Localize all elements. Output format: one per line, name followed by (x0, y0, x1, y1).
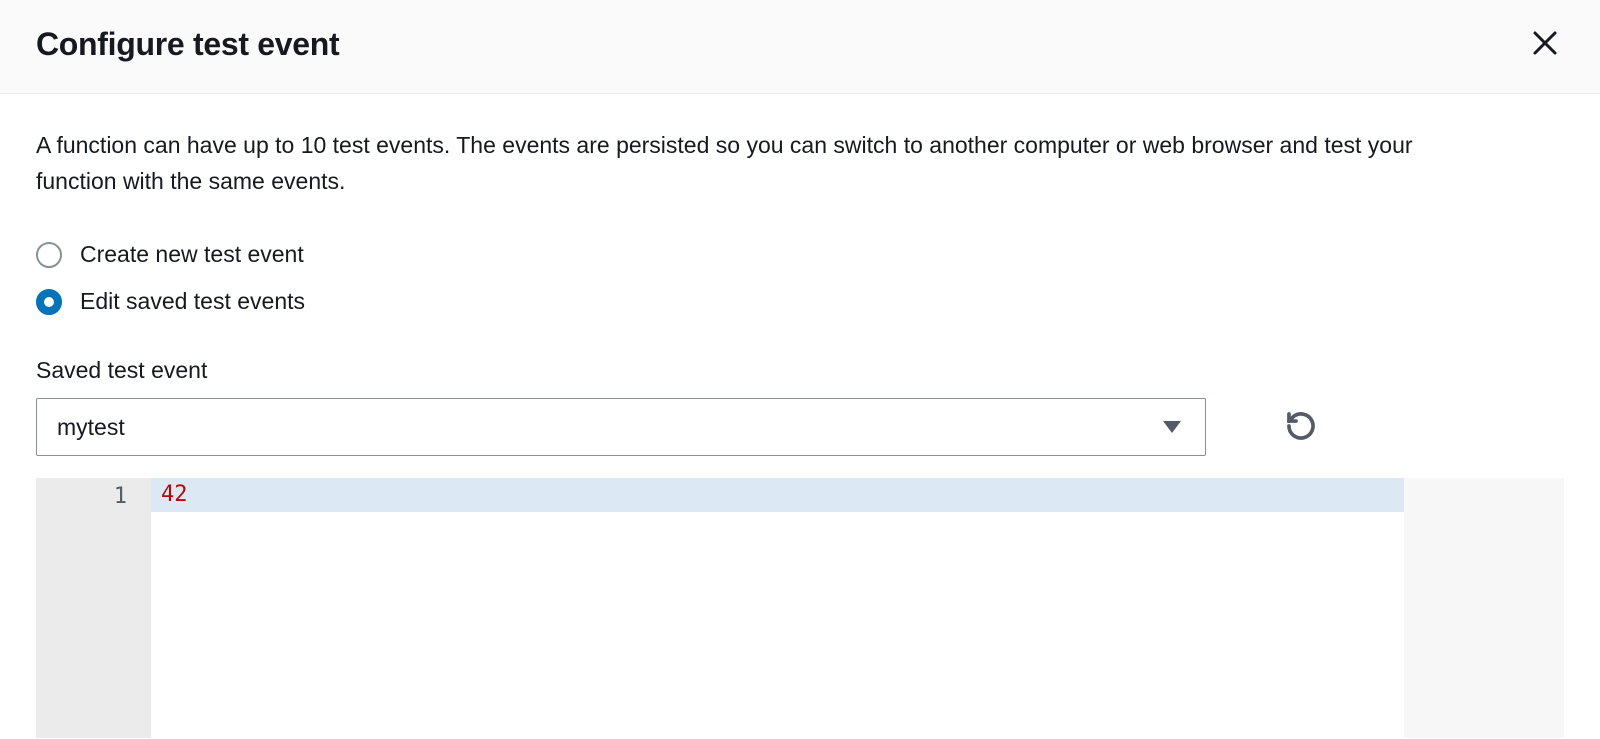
gutter-line-number: 1 (36, 480, 151, 514)
saved-test-event-select[interactable]: mytest (36, 398, 1206, 456)
radio-icon (36, 242, 62, 268)
description-text: A function can have up to 10 test events… (36, 128, 1486, 199)
radio-icon (36, 289, 62, 315)
saved-test-event-label: Saved test event (36, 357, 1564, 384)
editor-code-area[interactable]: 42 (151, 478, 1564, 738)
refresh-icon (1284, 431, 1318, 446)
token-number: 42 (161, 482, 188, 507)
modal-body: A function can have up to 10 test events… (0, 94, 1600, 738)
close-icon (1530, 28, 1560, 61)
modal-header: Configure test event (0, 0, 1600, 94)
close-button[interactable] (1526, 24, 1564, 65)
code-line[interactable]: 42 (151, 478, 1564, 512)
radio-inner-dot (44, 297, 54, 307)
refresh-button[interactable] (1280, 405, 1322, 450)
radio-label: Edit saved test events (80, 288, 305, 315)
editor-scrollbar-region[interactable] (1404, 478, 1564, 738)
radio-edit-saved-test-events[interactable]: Edit saved test events (36, 288, 1564, 315)
editor-gutter: 1 (36, 478, 151, 738)
select-value: mytest (57, 414, 1185, 441)
saved-test-event-row: mytest (36, 398, 1564, 456)
radio-create-new-test-event[interactable]: Create new test event (36, 241, 1564, 268)
radio-label: Create new test event (80, 241, 304, 268)
modal-title: Configure test event (36, 26, 339, 63)
caret-down-icon (1163, 421, 1181, 433)
test-event-mode-radio-group: Create new test event Edit saved test ev… (36, 241, 1564, 315)
code-editor[interactable]: 1 42 (36, 478, 1564, 738)
